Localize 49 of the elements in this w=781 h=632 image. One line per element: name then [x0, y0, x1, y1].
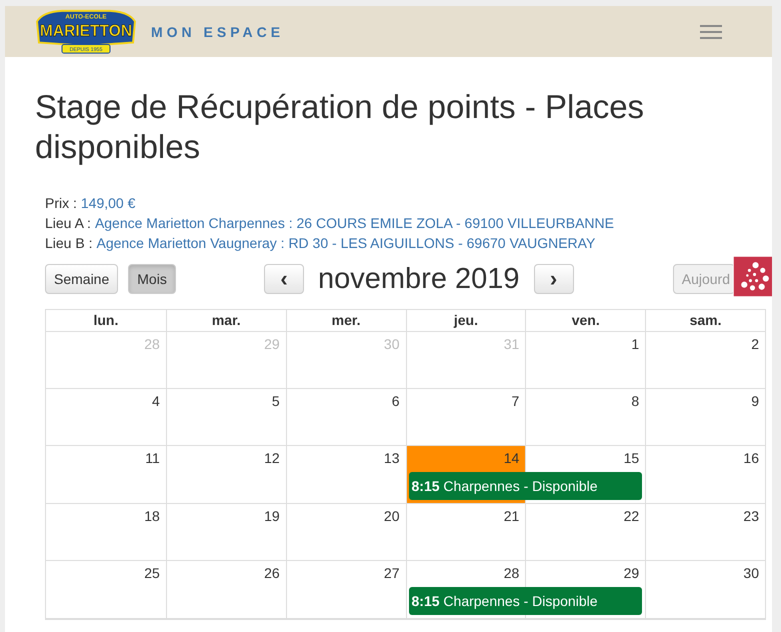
info-label: Lieu A : — [45, 214, 91, 233]
day-number[interactable]: 20 — [384, 504, 406, 530]
day-number[interactable]: 21 — [504, 504, 526, 530]
day-number[interactable]: 27 — [384, 561, 406, 587]
info-link[interactable]: Agence Marietton Vaugneray : RD 30 - LES AIGUILLONS - 69670 VAUGNERAY — [96, 233, 596, 253]
dots-widget-icon[interactable] — [733, 256, 772, 296]
weekday-header: lun. — [46, 310, 166, 332]
day-number[interactable]: 28 — [504, 561, 526, 587]
info-link[interactable]: Agence Marietton Charpennes : 26 COURS EMILE ZOLA - 69100 VILLEURBANNE — [94, 213, 614, 233]
day-number[interactable]: 2 — [751, 332, 765, 358]
day-number[interactable]: 11 — [145, 446, 166, 472]
info-label: Lieu B : — [45, 234, 92, 253]
month-title: novembre 2019 — [318, 262, 520, 296]
day-number[interactable]: 5 — [272, 389, 286, 415]
day-number[interactable]: 22 — [624, 504, 646, 530]
next-button[interactable]: › — [534, 264, 574, 294]
view-button[interactable]: Mois — [128, 264, 176, 294]
day-number[interactable]: 14 — [504, 446, 526, 472]
day-number[interactable]: 8 — [631, 389, 646, 415]
day-number[interactable]: 23 — [743, 504, 765, 530]
day-number[interactable]: 26 — [264, 561, 286, 587]
info-link[interactable]: 149,00 € — [80, 193, 136, 213]
day-number[interactable]: 6 — [392, 389, 406, 415]
day-number[interactable]: 19 — [264, 504, 286, 530]
day-number[interactable]: 13 — [384, 446, 406, 472]
previous-button[interactable]: ‹ — [264, 264, 304, 294]
weekday-header: ven. — [525, 310, 646, 332]
menu-icon[interactable] — [700, 24, 722, 40]
day-number[interactable]: 29 — [624, 561, 646, 587]
day-number[interactable]: 30 — [743, 561, 765, 587]
weekday-header: jeu. — [406, 310, 526, 332]
weekday-header: mer. — [286, 310, 406, 332]
day-number[interactable]: 25 — [144, 561, 166, 587]
day-number[interactable]: 16 — [743, 446, 765, 472]
info-label: Prix : — [45, 194, 77, 213]
day-number[interactable]: 1 — [631, 332, 646, 358]
calendar-event[interactable]: 8:15 Charpennes - Disponible — [408, 587, 642, 615]
day-number[interactable]: 18 — [144, 504, 166, 530]
day-number[interactable]: 7 — [512, 389, 526, 415]
weekday-header: sam. — [645, 310, 765, 332]
day-number[interactable]: 12 — [264, 446, 286, 472]
day-number[interactable]: 9 — [751, 389, 765, 415]
view-button[interactable]: Semaine — [45, 264, 118, 294]
calendar-event[interactable]: 8:15 Charpennes - Disponible — [408, 472, 642, 500]
weekday-header: mar. — [166, 310, 286, 332]
day-number[interactable]: 15 — [624, 446, 646, 472]
header-title[interactable]: MON ESPACE — [151, 24, 284, 40]
day-number[interactable]: 4 — [152, 389, 166, 415]
page-title: Stage de Récupération de points - Places disponibles — [35, 87, 646, 167]
